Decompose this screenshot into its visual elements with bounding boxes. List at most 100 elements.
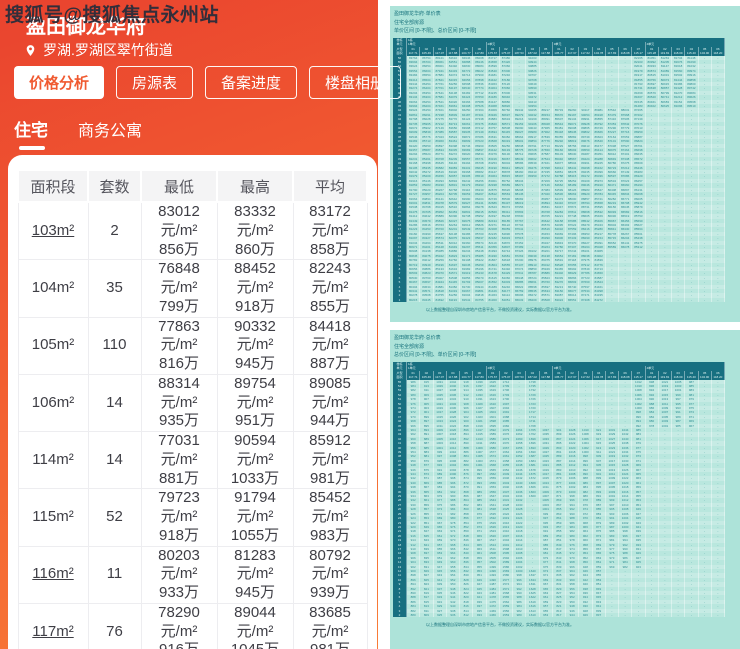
price-line: 83685元/m² bbox=[309, 603, 351, 640]
grid-row: 2 880 809 925 936 812 933 1466 1553 980 1610 953 817… bbox=[393, 613, 725, 618]
screenshot-root: 搜狐号@搜狐焦点永州站 盈田御龙华府 罗湖.罗湖区翠竹街道 价格分析 房源表 备… bbox=[0, 0, 740, 649]
unit-price-sheet: 盈田御龙华府·单价表 住宅全部房源 单价区间 [0-不限]、总价区间 [0-不限] 楼… bbox=[390, 6, 740, 322]
price-line: 77863元/m² bbox=[158, 317, 200, 354]
price-line: 856万 bbox=[158, 240, 200, 258]
price-sheets-panel: 盈田御龙华府·单价表 住宅全部房源 单价区间 [0-不限]、总价区间 [0-不限] 楼… bbox=[378, 0, 740, 649]
min-price-cell: 77863元/m² 816万 bbox=[140, 316, 218, 375]
price-cell: 83024 bbox=[553, 297, 566, 303]
tab-commercial-apartment[interactable]: 商务公寓 bbox=[78, 117, 142, 141]
price-line: 983万 bbox=[309, 526, 351, 544]
avg-price-cell: 82243元/m² 855万 bbox=[292, 259, 368, 318]
floor-label: 1 bbox=[393, 297, 407, 303]
price-line: 881万 bbox=[158, 469, 200, 487]
max-price-cell: 89044元/m²1045万 bbox=[216, 602, 294, 649]
price-grid: 楼栋 1栋 单元 1单元 2单元 3单元 4单元 户型 01 02 03 04 05 06 01 02 03 04… bbox=[393, 361, 725, 618]
filing-progress-button[interactable]: 备案进度 bbox=[205, 66, 298, 99]
price-cell: - bbox=[712, 297, 725, 303]
action-buttons: 价格分析 房源表 备案进度 楼盘相册 bbox=[14, 66, 402, 99]
price-cell: 1610 bbox=[526, 613, 540, 618]
price-cell: 925 bbox=[434, 613, 447, 618]
price-analysis-card: 面积段 套数 最低 最高 平均 103m² 2 83012元/m² 856万 83332元/m²… bbox=[8, 155, 377, 649]
sheet-subtitle: 住宅全部房源 bbox=[394, 19, 425, 26]
photo-album-button[interactable]: 楼盘相册 bbox=[309, 66, 402, 99]
unit-count-cell: 76 bbox=[87, 602, 142, 649]
price-line: 860万 bbox=[234, 240, 276, 258]
price-cell: 936 bbox=[447, 613, 460, 618]
price-cell: - bbox=[619, 297, 633, 303]
price-cell: - bbox=[606, 297, 619, 303]
listing-table-button[interactable]: 房源表 bbox=[116, 66, 194, 99]
column-header: 最高 bbox=[216, 169, 294, 203]
unit-count-cell: 110 bbox=[87, 316, 142, 375]
unit-count-cell: 52 bbox=[87, 488, 142, 547]
price-line: 89754元/m² bbox=[234, 374, 276, 411]
unit-count-cell: 14 bbox=[87, 373, 142, 433]
price-line: 981万 bbox=[309, 469, 351, 487]
max-price-cell: 91794元/m² 1055万 bbox=[216, 488, 294, 547]
price-cell: - bbox=[685, 613, 699, 618]
price-cell: 809 bbox=[420, 613, 434, 618]
area-link[interactable]: 117m² bbox=[17, 602, 89, 649]
price-line: 858万 bbox=[309, 240, 351, 258]
price-line: 76848元/m² bbox=[158, 260, 200, 296]
price-line: 84418元/m² bbox=[309, 317, 351, 354]
price-line: 981万 bbox=[296, 641, 365, 649]
tab-residential[interactable]: 住宅 bbox=[14, 116, 48, 141]
sheet-range-note: 单价区间 [0-不限]、总价区间 [0-不限] bbox=[394, 28, 477, 34]
area-cell: 106m² bbox=[17, 373, 89, 433]
price-line: 951万 bbox=[234, 412, 276, 430]
price-line: 83012元/m² bbox=[158, 203, 200, 239]
table-row: 117m²7678290元/m²916万89044元/m²1045万83685元… bbox=[17, 602, 368, 649]
max-price-cell: 89754元/m² 951万 bbox=[216, 373, 294, 433]
price-line: 944万 bbox=[309, 412, 351, 430]
price-cell: 84755 bbox=[473, 297, 487, 303]
price-line: 81283元/m² bbox=[234, 546, 276, 583]
property-panel: 搜狐号@搜狐焦点永州站 盈田御龙华府 罗湖.罗湖区翠竹街道 价格分析 房源表 备… bbox=[0, 0, 402, 649]
price-cell: 86551 bbox=[566, 297, 580, 303]
max-price-cell: 90332元/m² 945万 bbox=[216, 316, 294, 375]
area-link[interactable]: 103m² bbox=[17, 201, 89, 261]
price-line: 855万 bbox=[309, 297, 351, 315]
map-pin-icon bbox=[26, 44, 35, 56]
active-tab-underline bbox=[19, 146, 45, 150]
area-cell: 115m² bbox=[17, 488, 89, 547]
price-line: 88452元/m² bbox=[234, 260, 276, 296]
price-cell: 88409 bbox=[526, 297, 540, 303]
price-line: 90594元/m² bbox=[234, 432, 276, 468]
min-price-cell: 88314元/m² 935万 bbox=[140, 373, 218, 433]
price-cell: - bbox=[699, 297, 712, 303]
sheet-title: 盈田御龙华府·总价表 bbox=[394, 335, 441, 341]
price-line: 916万 bbox=[144, 641, 215, 649]
price-line: 933万 bbox=[158, 584, 200, 601]
price-line: 80203元/m² bbox=[158, 546, 200, 583]
table-row: 106m² 14 88314元/m² 935万 89754元/m² 951万 89085元/… bbox=[17, 373, 368, 433]
price-cell: - bbox=[659, 613, 672, 618]
min-price-cell: 80203元/m² 933万 bbox=[140, 545, 218, 604]
avg-price-cell: 83172元/m² 858万 bbox=[292, 201, 368, 261]
price-analysis-button[interactable]: 价格分析 bbox=[14, 66, 105, 99]
table-row: 103m² 2 83012元/m² 856万 83332元/m² 860万 83172元/m… bbox=[17, 201, 368, 261]
max-price-cell: 83332元/m² 860万 bbox=[216, 201, 294, 261]
price-cell: 953 bbox=[540, 613, 553, 618]
total-price-sheet: 盈田御龙华府·总价表 住宅全部房源 总价区间 [0-不限]、单价区间 [0-不限] 楼… bbox=[390, 330, 740, 649]
location-text: 罗湖.罗湖区翠竹街道 bbox=[43, 42, 173, 58]
price-cell: - bbox=[646, 297, 659, 303]
price-cell: - bbox=[685, 297, 699, 303]
price-cell: - bbox=[672, 297, 686, 303]
price-cell: 81193 bbox=[447, 297, 460, 303]
min-price-cell: 76848元/m² 799万 bbox=[140, 259, 218, 318]
price-line: 80792元/m² bbox=[309, 546, 351, 583]
area-link[interactable]: 116m² bbox=[17, 545, 89, 604]
avg-price-cell: 84418元/m² 887万 bbox=[292, 316, 368, 375]
price-line: 90332元/m² bbox=[234, 317, 276, 354]
column-header: 平均 bbox=[292, 169, 368, 203]
price-cell: 87408 bbox=[579, 297, 593, 303]
price-cell: 926 bbox=[579, 613, 593, 618]
price-line: 78290元/m² bbox=[158, 603, 200, 640]
avg-price-cell: 83685元/m²981万 bbox=[292, 602, 368, 649]
avg-price-cell: 80792元/m² 939万 bbox=[292, 545, 368, 604]
price-cell: 837 bbox=[593, 613, 606, 618]
price-line: 85912元/m² bbox=[309, 432, 351, 468]
sohu-watermark: 搜狐号@搜狐焦点永州站 bbox=[5, 5, 220, 26]
area-cell: 105m² bbox=[17, 316, 89, 375]
